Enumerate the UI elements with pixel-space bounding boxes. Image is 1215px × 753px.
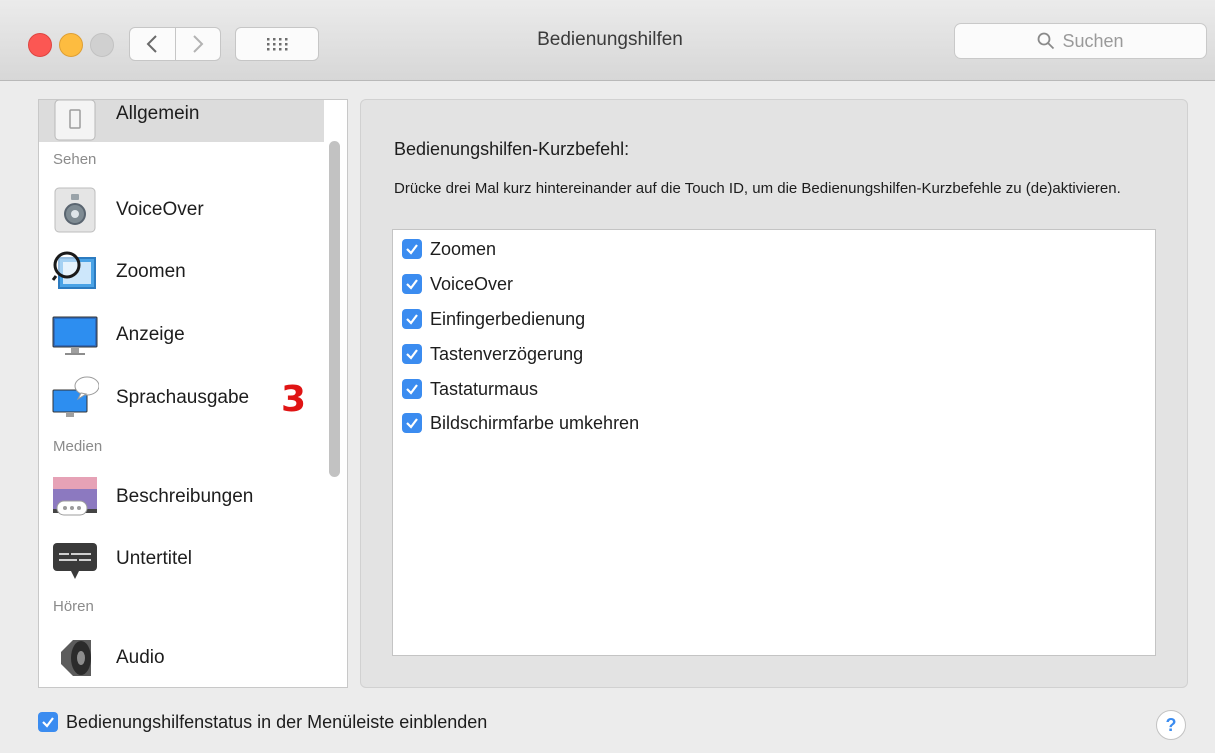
show-all-button[interactable] [235,27,319,61]
descriptions-icon [53,477,97,516]
audio-icon [61,640,91,676]
option-label: Tastenverzögerung [430,343,584,364]
checkbox-checked-icon[interactable] [402,379,422,399]
search-placeholder: Suchen [1062,30,1124,51]
sidebar-item-label: VoiceOver [116,199,204,220]
checkbox-checked-icon[interactable] [402,239,422,259]
help-button[interactable]: ? [1156,710,1186,740]
option-zoomen[interactable]: Zoomen [402,236,496,262]
minimize-window-button[interactable] [59,33,83,57]
speech-icon [52,376,99,417]
sidebar-item-label: Beschreibungen [116,486,254,507]
sidebar-item-allgemein[interactable]: Allgemein [39,100,324,142]
sidebar-item-audio[interactable]: Audio [39,630,324,686]
sidebar-item-label: Audio [116,647,165,668]
annotation-number: 3 [281,379,307,420]
sidebar-item-beschreibungen[interactable]: Beschreibungen [39,469,324,525]
sidebar-item-voiceover[interactable]: VoiceOver [39,182,324,238]
option-label: Zoomen [430,238,497,259]
sidebar-list[interactable]: Allgemein Sehen VoiceOver Zoomen Anzeige [38,99,348,688]
sidebar-item-anzeige[interactable]: Anzeige [39,307,324,363]
voiceover-icon [54,187,96,233]
checkbox-checked-icon[interactable] [402,344,422,364]
sidebar-item-label: Zoomen [116,261,186,282]
sidebar-item-zoomen[interactable]: Zoomen [39,244,324,300]
option-einfingerbedienung[interactable]: Einfingerbedienung [402,306,585,332]
checkbox-checked-icon[interactable] [402,413,422,433]
option-label: VoiceOver [430,273,514,294]
title-bar: Bedienungshilfen Suchen [0,0,1215,81]
option-label: Tastaturmaus [430,378,539,399]
section-hoeren: Hören [53,598,94,615]
option-label: Einfingerbedienung [430,308,586,329]
back-button[interactable] [130,28,175,60]
fullscreen-window-button[interactable] [90,33,114,57]
navigation-buttons [129,27,221,61]
window-title: Bedienungshilfen [537,29,683,50]
forward-button[interactable] [174,28,221,60]
option-tastenverzoegerung[interactable]: Tastenverzögerung [402,341,583,367]
sidebar-item-untertitel[interactable]: Untertitel [39,531,324,587]
section-medien: Medien [53,438,103,455]
sidebar-item-label: Untertitel [116,548,193,569]
sidebar-scrollbar[interactable] [329,141,340,477]
grid-icon [267,38,288,51]
section-sehen: Sehen [53,151,97,168]
zoom-icon [51,251,96,289]
sidebar-item-label: Sprachausgabe [116,387,250,408]
option-bildschirmfarbe-umkehren[interactable]: Bildschirmfarbe umkehren [402,410,639,436]
option-voiceover[interactable]: VoiceOver [402,271,513,297]
sidebar-item-label: Allgemein [116,103,200,124]
captions-icon [53,543,97,579]
checkbox-checked-icon[interactable] [402,309,422,329]
option-label: Bildschirmfarbe umkehren [430,412,640,433]
chevron-left-icon [146,35,157,53]
general-icon [54,100,96,141]
close-window-button[interactable] [28,33,52,57]
checkbox-checked-icon[interactable] [38,712,58,732]
option-tastaturmaus[interactable]: Tastaturmaus [402,376,538,402]
search-icon [1038,32,1055,50]
display-icon [52,316,98,355]
menu-status-label: Bedienungshilfenstatus in der Menüleiste… [66,711,488,732]
search-field[interactable]: Suchen [954,23,1207,59]
shortcut-description: Drücke drei Mal kurz hintereinander auf … [394,180,1121,197]
menu-status-option[interactable]: Bedienungshilfenstatus in der Menüleiste… [38,709,487,735]
checkbox-checked-icon[interactable] [402,274,422,294]
shortcut-heading: Bedienungshilfen-Kurzbefehl: [394,139,630,159]
sidebar-item-label: Anzeige [116,324,185,345]
chevron-right-icon [193,35,204,53]
